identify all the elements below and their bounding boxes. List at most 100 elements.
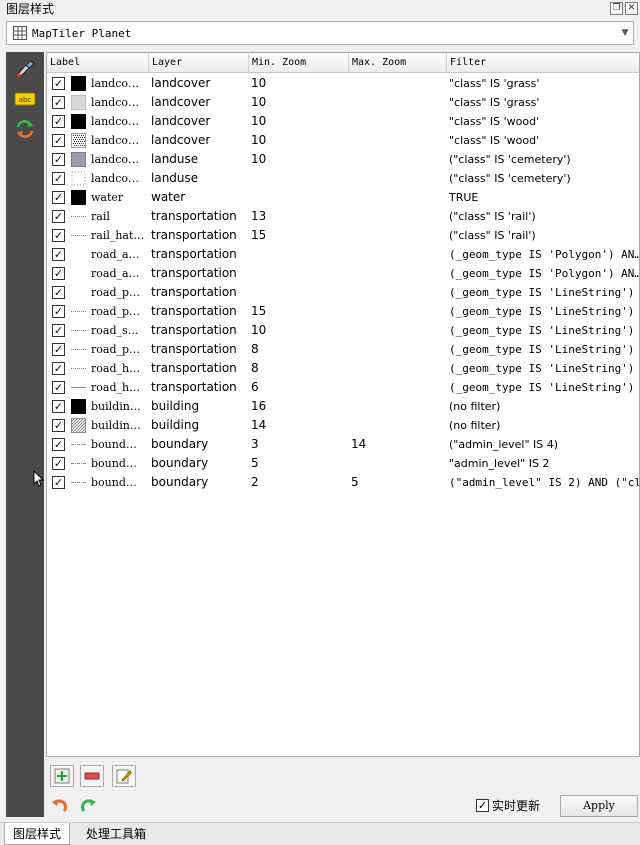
row-layer[interactable]: landcover [151, 112, 247, 131]
row-layer[interactable]: transportation [151, 207, 247, 226]
row-filter[interactable]: (no filter) [449, 416, 639, 435]
row-min-zoom[interactable] [251, 283, 347, 302]
row-checkbox[interactable]: ✓ [52, 267, 65, 280]
table-row[interactable]: ✓ landco… landuse 10 ("class" IS 'cemetery') [47, 150, 639, 169]
row-layer[interactable]: transportation [151, 226, 247, 245]
row-layer[interactable]: boundary [151, 435, 247, 454]
table-row[interactable]: ✓ road_a… transportation (_geom_type IS 'Po… [47, 245, 639, 264]
row-layer[interactable]: landcover [151, 74, 247, 93]
row-min-zoom[interactable]: 3 [251, 435, 347, 454]
row-layer[interactable]: landuse [151, 169, 247, 188]
row-symbol-icon[interactable] [71, 95, 86, 110]
row-max-zoom[interactable] [351, 245, 447, 264]
row-max-zoom[interactable] [351, 283, 447, 302]
row-checkbox[interactable]: ✓ [52, 191, 65, 204]
row-checkbox[interactable]: ✓ [52, 134, 65, 147]
row-symbol-icon[interactable] [71, 342, 86, 357]
header-max-zoom[interactable]: Max. Zoom [349, 53, 447, 73]
table-row[interactable]: ✓ water water TRUE [47, 188, 639, 207]
row-checkbox[interactable]: ✓ [52, 172, 65, 185]
row-label[interactable]: bound… [91, 454, 149, 473]
history-tab[interactable] [11, 116, 39, 142]
row-filter[interactable]: TRUE [449, 188, 639, 207]
row-max-zoom[interactable] [351, 74, 447, 93]
table-row[interactable]: ✓ rail_hat… transportation 15 ("class" IS 'r… [47, 226, 639, 245]
row-label[interactable]: road_p… [91, 283, 149, 302]
row-label[interactable]: road_h… [91, 378, 149, 397]
row-max-zoom[interactable] [351, 169, 447, 188]
row-min-zoom[interactable]: 13 [251, 207, 347, 226]
row-min-zoom[interactable]: 10 [251, 150, 347, 169]
row-label[interactable]: road_a… [91, 264, 149, 283]
row-layer[interactable]: transportation [151, 340, 247, 359]
row-layer[interactable]: building [151, 397, 247, 416]
row-filter[interactable]: "class" IS 'wood' [449, 131, 639, 150]
row-max-zoom[interactable] [351, 226, 447, 245]
row-min-zoom[interactable]: 8 [251, 359, 347, 378]
row-filter[interactable]: "class" IS 'grass' [449, 74, 639, 93]
row-filter[interactable]: "class" IS 'grass' [449, 93, 639, 112]
live-update-checkbox[interactable]: ✓ [476, 799, 489, 812]
redo-button[interactable] [78, 795, 100, 817]
row-min-zoom[interactable] [251, 264, 347, 283]
table-row[interactable]: ✓ road_p… transportation 8 (_geom_type IS 'L… [47, 340, 639, 359]
row-min-zoom[interactable]: 10 [251, 112, 347, 131]
row-symbol-icon[interactable] [71, 456, 86, 471]
row-layer[interactable]: landcover [151, 93, 247, 112]
row-layer[interactable]: boundary [151, 454, 247, 473]
row-checkbox[interactable]: ✓ [52, 153, 65, 166]
row-symbol-icon[interactable] [71, 190, 86, 205]
row-min-zoom[interactable]: 10 [251, 74, 347, 93]
row-checkbox[interactable]: ✓ [52, 381, 65, 394]
row-min-zoom[interactable]: 6 [251, 378, 347, 397]
row-min-zoom[interactable]: 10 [251, 93, 347, 112]
row-filter[interactable]: ("admin_level" IS 4) [449, 435, 639, 454]
chevron-down-icon[interactable]: ▼ [617, 28, 633, 38]
row-min-zoom[interactable]: 15 [251, 226, 347, 245]
row-max-zoom[interactable] [351, 188, 447, 207]
row-max-zoom[interactable] [351, 321, 447, 340]
row-filter[interactable]: (_geom_type IS 'LineString') A… [449, 302, 639, 321]
header-filter[interactable]: Filter [447, 53, 639, 73]
row-min-zoom[interactable] [251, 188, 347, 207]
remove-rule-button[interactable] [80, 765, 104, 787]
close-icon[interactable]: ✕ [625, 2, 638, 15]
row-min-zoom[interactable]: 16 [251, 397, 347, 416]
row-max-zoom[interactable] [351, 150, 447, 169]
row-layer[interactable]: transportation [151, 302, 247, 321]
row-max-zoom[interactable] [351, 397, 447, 416]
table-row[interactable]: ✓ road_a… transportation (_geom_type IS 'Po… [47, 264, 639, 283]
row-layer[interactable]: transportation [151, 378, 247, 397]
row-symbol-icon[interactable] [71, 361, 86, 376]
header-min-zoom[interactable]: Min. Zoom [249, 53, 349, 73]
row-min-zoom[interactable]: 10 [251, 321, 347, 340]
apply-button[interactable]: Apply [560, 795, 638, 817]
row-checkbox[interactable]: ✓ [52, 248, 65, 261]
row-checkbox[interactable]: ✓ [52, 286, 65, 299]
tab-processing-toolbox[interactable]: 处理工具箱 [78, 823, 154, 845]
table-row[interactable]: ✓ road_h… transportation 6 (_geom_type IS 'L… [47, 378, 639, 397]
row-max-zoom[interactable] [351, 207, 447, 226]
row-filter[interactable]: (_geom_type IS 'LineString') A… [449, 359, 639, 378]
row-symbol-icon[interactable] [71, 209, 86, 224]
row-min-zoom[interactable]: 10 [251, 131, 347, 150]
row-label[interactable]: water [91, 188, 149, 207]
row-layer[interactable]: transportation [151, 283, 247, 302]
table-row[interactable]: ✓ rail transportation 13 ("class" IS 'rail') [47, 207, 639, 226]
row-label[interactable]: road_p… [91, 302, 149, 321]
row-max-zoom[interactable] [351, 93, 447, 112]
row-filter[interactable]: ("class" IS 'cemetery') [449, 169, 639, 188]
row-filter[interactable]: "admin_level" IS 2 [449, 454, 639, 473]
row-label[interactable]: road_s… [91, 321, 149, 340]
table-row[interactable]: ✓ bound… boundary 5 "admin_level" IS 2 [47, 454, 639, 473]
add-rule-button[interactable] [50, 765, 74, 787]
row-checkbox[interactable]: ✓ [52, 400, 65, 413]
row-symbol-icon[interactable] [71, 380, 86, 395]
row-min-zoom[interactable]: 8 [251, 340, 347, 359]
table-row[interactable]: ✓ landco… landuse ("class" IS 'cemetery') [47, 169, 639, 188]
row-label[interactable]: rail [91, 207, 149, 226]
live-update-toggle[interactable]: ✓ 实时更新 [476, 797, 540, 814]
row-max-zoom[interactable]: 5 [351, 473, 447, 492]
row-symbol-icon[interactable] [56, 417, 100, 434]
symbology-tab[interactable] [11, 56, 39, 82]
